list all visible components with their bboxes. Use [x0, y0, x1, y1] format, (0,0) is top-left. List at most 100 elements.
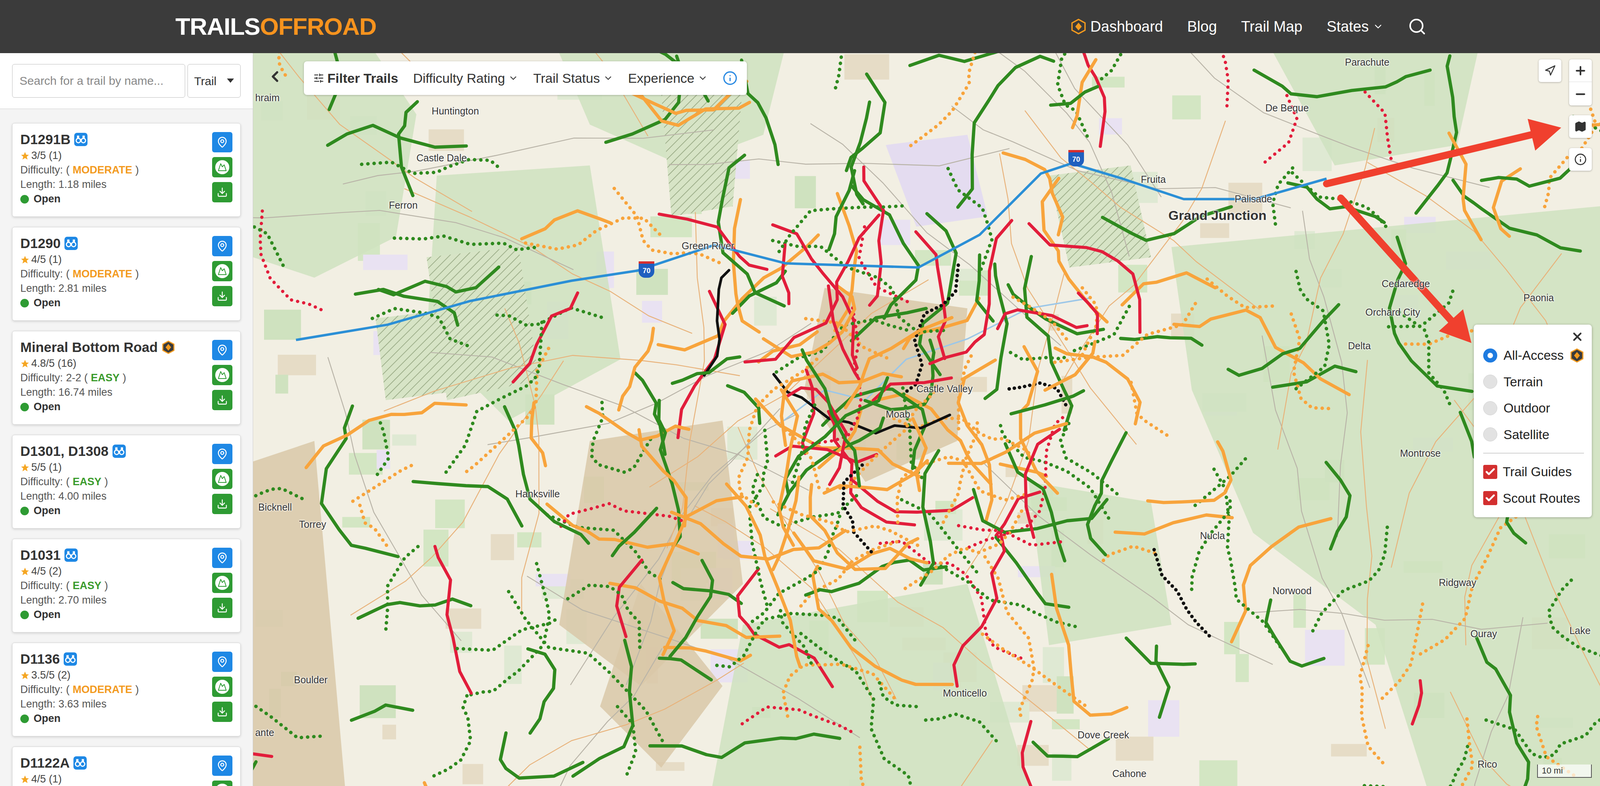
map-info-button[interactable]	[1569, 148, 1592, 171]
download-button[interactable]	[212, 285, 233, 307]
scout-route-binoculars-icon	[74, 132, 88, 147]
nav-link[interactable]: Trail Map	[1241, 15, 1303, 38]
star-icon	[20, 358, 30, 369]
map-place-label: Rico	[1477, 758, 1498, 770]
filter-dropdown[interactable]: Experience	[628, 68, 708, 89]
trail-length: Length: 3.63 miles	[20, 696, 206, 712]
trail-name[interactable]: D1290	[20, 234, 61, 252]
trail-details-button[interactable]	[212, 157, 233, 178]
show-on-map-button[interactable]	[212, 547, 233, 568]
caret-down-icon	[226, 78, 234, 84]
show-on-map-button[interactable]	[212, 755, 233, 776]
trail-card[interactable]: Mineral Bottom Road4.8/5 (16)Difficulty:…	[12, 330, 241, 425]
zoom-in-button[interactable]	[1569, 59, 1592, 83]
filter-dropdown[interactable]: Difficulty Rating	[412, 68, 519, 89]
nav-link[interactable]: Dashboard	[1070, 15, 1163, 38]
trail-difficulty: Difficulty:(EASY)	[20, 474, 206, 490]
red-arrow-icon	[1326, 118, 1562, 184]
download-icon	[216, 498, 228, 510]
status-dot	[20, 506, 29, 516]
overlay-checkbox[interactable]: Trail Guides	[1483, 462, 1584, 482]
trail-details-button[interactable]	[212, 468, 233, 490]
nav-link[interactable]: Blog	[1187, 15, 1217, 38]
trail-list: D1291B3/5 (1)Difficulty:(MODERATE)Length…	[0, 108, 253, 786]
download-button[interactable]	[212, 389, 233, 411]
trail-search-input[interactable]	[12, 64, 186, 98]
status-dot	[20, 610, 29, 620]
trail-card[interactable]: D1122A4/5 (1)	[12, 746, 241, 786]
status-dot	[20, 298, 29, 308]
map-place-label: Huntington	[431, 105, 479, 117]
trail-card[interactable]: D12904/5 (1)Difficulty:(MODERATE)Length:…	[12, 226, 241, 321]
status-dot	[20, 194, 29, 204]
trail-card[interactable]: D1301, D13085/5 (1)Difficulty:(EASY)Leng…	[12, 434, 241, 529]
nav-link[interactable]: States	[1326, 15, 1384, 38]
zoom-out-button[interactable]	[1569, 82, 1592, 106]
close-icon[interactable]	[1570, 330, 1584, 344]
base-layer-radio[interactable]: Terrain	[1483, 372, 1584, 392]
map-pin-icon	[216, 655, 229, 668]
base-layer-radio[interactable]: Satellite	[1483, 425, 1584, 445]
base-layer-radio[interactable]: All-Access	[1483, 345, 1584, 366]
download-icon	[216, 394, 228, 406]
map-place-label: ante	[255, 726, 275, 739]
scout-route-binoculars-icon	[63, 652, 77, 666]
collapse-sidebar-button[interactable]	[264, 66, 286, 87]
trail-name[interactable]: D1291B	[20, 130, 71, 149]
trail-name[interactable]: Mineral Bottom Road	[20, 338, 158, 356]
trail-card[interactable]: D1291B3/5 (1)Difficulty:(MODERATE)Length…	[12, 123, 241, 217]
download-icon	[216, 602, 228, 614]
base-layer-radio[interactable]: Outdoor	[1483, 398, 1584, 418]
plus-icon	[1573, 64, 1588, 78]
trail-details-button[interactable]	[212, 364, 233, 386]
status-dot	[20, 714, 29, 724]
map-place-label: Moab	[885, 408, 911, 420]
show-on-map-button[interactable]	[212, 132, 233, 153]
trail-name[interactable]: D1301, D1308	[20, 442, 109, 460]
locate-button[interactable]	[1538, 59, 1562, 83]
map-place-label: Castle Dale	[416, 151, 467, 164]
logo[interactable]: TRAILSOFFROAD	[175, 14, 377, 39]
overlay-checkbox[interactable]: Scout Routes	[1483, 488, 1584, 509]
trail-name[interactable]: D1136	[20, 650, 60, 668]
map-place-label: Hanksville	[515, 487, 560, 500]
map-place-label: Fruita	[1141, 173, 1167, 186]
scout-route-binoculars-icon	[73, 756, 87, 770]
map-place-label: hraim	[255, 91, 280, 104]
all-access-badge-icon	[1569, 348, 1584, 363]
map-place-label: Boulder	[293, 673, 328, 686]
search-type-select[interactable]: Trail	[187, 64, 241, 98]
trail-details-button[interactable]	[212, 260, 233, 282]
star-icon	[20, 462, 30, 473]
download-button[interactable]	[212, 493, 233, 515]
map-place-label: Montrose	[1400, 447, 1441, 459]
star-icon	[20, 566, 30, 577]
show-on-map-button[interactable]	[212, 235, 233, 257]
download-button[interactable]	[212, 597, 233, 618]
download-button[interactable]	[212, 182, 233, 203]
trail-details-button[interactable]	[212, 572, 233, 593]
trail-card[interactable]: D11363.5/5 (2)Difficulty:(MODERATE)Lengt…	[12, 642, 241, 737]
dashboard-badge-icon	[1070, 18, 1087, 35]
trail-name[interactable]: D1031	[20, 546, 61, 564]
filter-trails-button[interactable]: Filter Trails	[313, 68, 399, 89]
map-place-label: Parachute	[1344, 56, 1390, 68]
map-layers-button[interactable]	[1569, 115, 1592, 138]
mountain-icon	[217, 162, 227, 172]
trail-map[interactable]: hraimHuntingtonCastle DaleFerronGreen Ri…	[253, 53, 1600, 786]
show-on-map-button[interactable]	[212, 651, 233, 672]
filter-dropdown[interactable]: Trail Status	[533, 68, 614, 89]
show-on-map-button[interactable]	[212, 443, 233, 465]
trail-details-button[interactable]	[212, 676, 233, 697]
download-button[interactable]	[212, 701, 233, 722]
map-place-label: De Beque	[1265, 101, 1309, 114]
show-on-map-button[interactable]	[212, 339, 233, 361]
trail-details-button[interactable]	[212, 780, 233, 786]
search-icon[interactable]	[1407, 17, 1427, 36]
map-pin-icon	[216, 448, 229, 460]
trail-status: Open	[20, 503, 206, 518]
top-nav: TRAILSOFFROAD Dashboard Blog Trail Map State…	[0, 0, 1600, 54]
trail-name[interactable]: D1122A	[20, 754, 70, 772]
info-icon[interactable]	[722, 70, 738, 86]
trail-card[interactable]: D10314/5 (2)Difficulty:(EASY)Length: 2.7…	[12, 538, 241, 633]
